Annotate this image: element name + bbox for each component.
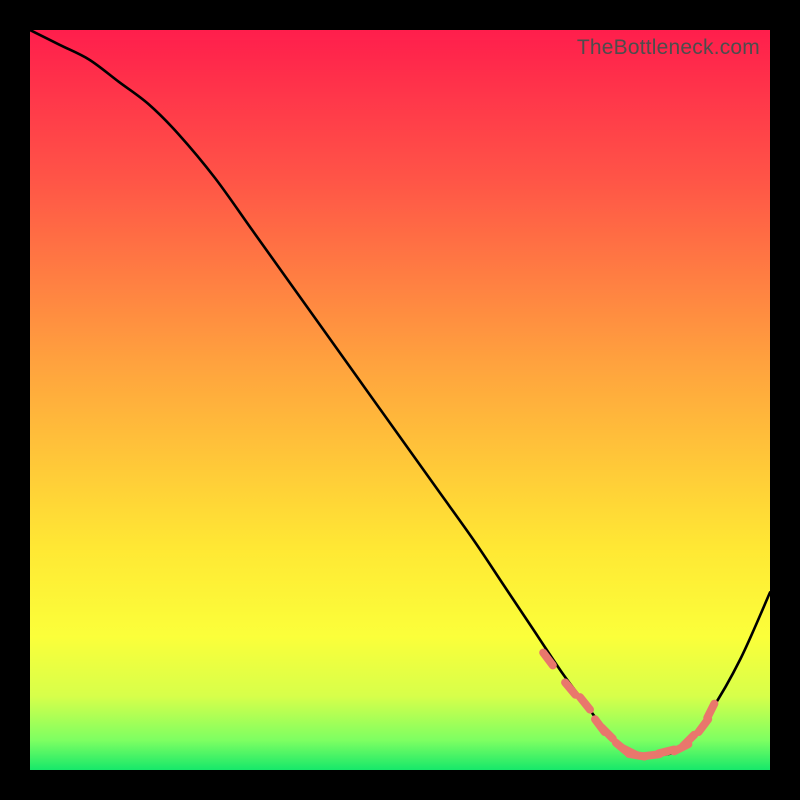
- optimal-marker: [707, 704, 714, 718]
- bottleneck-curve: [30, 30, 770, 756]
- optimal-marker: [602, 727, 613, 738]
- chart-frame: TheBottleneck.com: [30, 30, 770, 770]
- optimal-marker: [683, 735, 694, 746]
- watermark-text: TheBottleneck.com: [577, 36, 760, 60]
- bottleneck-curve-layer: [30, 30, 770, 770]
- optimal-marker: [543, 653, 553, 666]
- optimal-marker: [580, 697, 590, 709]
- optimal-marker: [565, 682, 575, 694]
- optimal-range-markers: [543, 653, 714, 757]
